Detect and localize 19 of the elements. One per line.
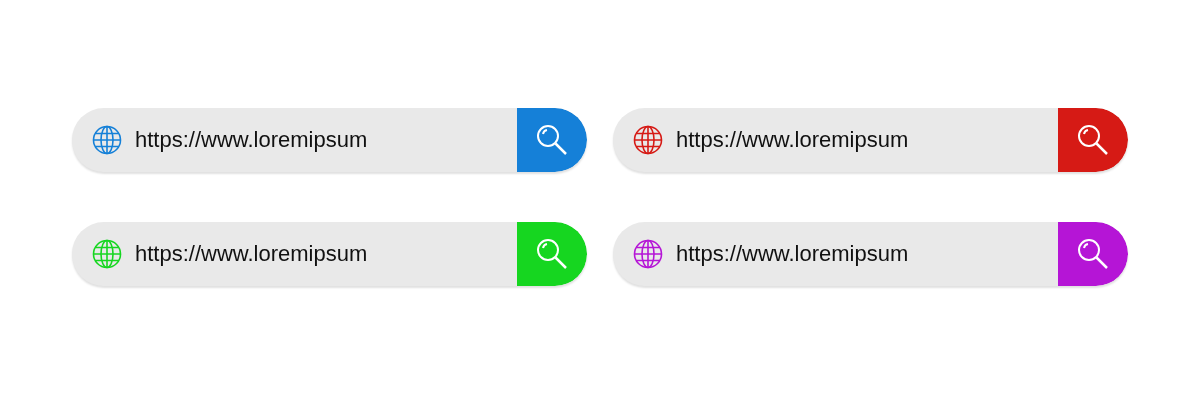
- search-icon: [535, 123, 569, 157]
- search-bar[interactable]: https://www.loremipsum: [613, 108, 1128, 172]
- url-field[interactable]: https://www.loremipsum: [135, 241, 517, 267]
- globe-icon: [92, 239, 122, 269]
- search-icon: [1076, 123, 1110, 157]
- search-bar[interactable]: https://www.loremipsum: [613, 222, 1128, 286]
- url-field[interactable]: https://www.loremipsum: [676, 127, 1058, 153]
- search-button[interactable]: [1058, 222, 1128, 286]
- url-field[interactable]: https://www.loremipsum: [676, 241, 1058, 267]
- globe-icon: [633, 239, 663, 269]
- globe-icon: [92, 125, 122, 155]
- search-icon: [535, 237, 569, 271]
- search-icon: [1076, 237, 1110, 271]
- search-button[interactable]: [517, 108, 587, 172]
- search-bar[interactable]: https://www.loremipsum: [72, 108, 587, 172]
- globe-icon: [633, 125, 663, 155]
- search-button[interactable]: [1058, 108, 1128, 172]
- search-bar[interactable]: https://www.loremipsum: [72, 222, 587, 286]
- url-field[interactable]: https://www.loremipsum: [135, 127, 517, 153]
